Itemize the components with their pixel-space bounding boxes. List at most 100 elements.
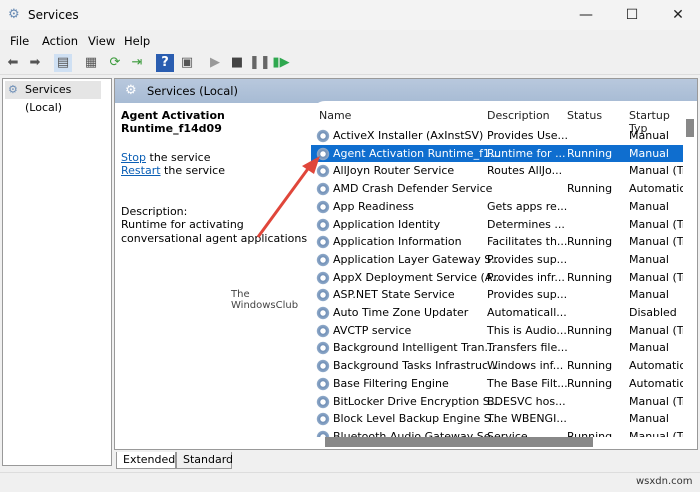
service-status: Running <box>567 429 613 437</box>
service-startup-type: Manual (Tri <box>629 323 683 337</box>
tab-extended[interactable]: Extended <box>116 452 176 469</box>
service-gear-icon <box>316 270 330 285</box>
start-icon[interactable]: ▶ <box>206 54 224 72</box>
window-title: Services <box>28 8 79 22</box>
title-bar: ⚙ Services — ☐ ✕ <box>0 0 700 30</box>
console-icon[interactable]: ▣ <box>178 54 196 72</box>
stop-icon[interactable]: ■ <box>228 54 246 72</box>
service-name: Application Information <box>333 235 462 249</box>
service-description: The WBENGI... <box>487 412 567 426</box>
service-startup-type: Manual (Tri <box>629 217 683 231</box>
service-startup-type: Manual <box>629 146 669 160</box>
service-row[interactable]: Bluetooth Audio Gateway Se... Service ...… <box>311 428 683 437</box>
selected-service-name: Agent Activation Runtime_f14d09 <box>121 109 225 135</box>
service-status: Running <box>567 146 613 160</box>
service-description: Facilitates th... <box>487 235 568 249</box>
service-description: Transfers file... <box>487 341 568 355</box>
service-name: Block Level Backup Engine S... <box>333 412 502 426</box>
services-list: Name Description Status Startup Typ Acti… <box>311 101 683 437</box>
service-description: The Base Filt... <box>487 376 568 390</box>
menu-bar: File Action View Help <box>0 31 700 51</box>
service-row[interactable]: ASP.NET State Service Provides sup... Manu… <box>311 286 683 304</box>
service-gear-icon <box>316 288 330 303</box>
pause-icon[interactable]: ❚❚ <box>249 54 271 72</box>
service-startup-type: Manual (Tri <box>629 429 683 437</box>
console-tree: ⚙ Services (Local) <box>2 78 112 466</box>
menu-file[interactable]: File <box>10 34 29 48</box>
close-button[interactable]: ✕ <box>658 4 698 26</box>
service-gear-icon <box>316 376 330 391</box>
service-name: Agent Activation Runtime_f1... <box>333 146 501 160</box>
menu-help[interactable]: Help <box>124 34 150 48</box>
tree-item-services-local[interactable]: ⚙ Services (Local) <box>5 81 101 114</box>
back-icon[interactable]: ⬅ <box>4 54 22 72</box>
service-description: Provides Use... <box>487 129 569 142</box>
service-status: Running <box>567 182 613 196</box>
service-row[interactable]: Application Layer Gateway S... Provides s… <box>311 251 683 269</box>
service-name: AppX Deployment Service (A... <box>333 270 503 284</box>
service-description: Determines ... <box>487 217 565 231</box>
service-details: Agent Activation Runtime_f14d09 Stop the… <box>121 109 311 246</box>
service-row[interactable]: Application Identity Determines ... Manual… <box>311 216 683 234</box>
service-gear-icon <box>316 306 330 320</box>
service-name: Background Intelligent Tran... <box>333 341 495 355</box>
horizontal-scroll-thumb[interactable] <box>325 437 593 447</box>
services-panel: ⚙ Services (Local) Agent Activation Runt… <box>114 78 698 450</box>
services-gear-icon: ⚙ <box>8 83 18 96</box>
service-name: AVCTP service <box>333 323 412 337</box>
description-text: Runtime for activating conversational ag… <box>121 218 308 245</box>
refresh-icon[interactable]: ⟳ <box>106 54 124 72</box>
vertical-scroll-thumb[interactable] <box>686 119 694 137</box>
menu-view[interactable]: View <box>88 34 115 48</box>
service-startup-type: Manual (Tri <box>629 394 683 408</box>
service-row[interactable]: Base Filtering Engine The Base Filt... Run… <box>311 375 683 393</box>
panel-header: ⚙ Services (Local) <box>115 79 697 103</box>
service-gear-icon <box>316 323 330 338</box>
service-name: Application Layer Gateway S... <box>333 252 502 266</box>
service-row[interactable]: BitLocker Drive Encryption S... BDESVC ho… <box>311 393 683 411</box>
properties-icon[interactable]: ▦ <box>82 54 100 72</box>
service-row[interactable]: Background Intelligent Tran... Transfers … <box>311 339 683 357</box>
show-tree-icon[interactable]: ▤ <box>54 54 72 72</box>
help-icon[interactable]: ? <box>156 54 174 72</box>
service-name: AllJoyn Router Service <box>333 164 455 178</box>
service-row[interactable]: Background Tasks Infrastruc... Windows in… <box>311 357 683 375</box>
service-gear-icon <box>316 164 330 179</box>
service-startup-type: Manual <box>629 199 669 213</box>
service-row[interactable]: Auto Time Zone Updater Automaticall... Dis… <box>311 304 683 322</box>
restart-service-link[interactable]: Restart <box>121 164 161 177</box>
watermark-line1: The <box>231 289 250 300</box>
service-name: BitLocker Drive Encryption S... <box>333 394 501 408</box>
service-startup-type: Manual (Tri <box>629 164 683 178</box>
minimize-button[interactable]: — <box>566 4 606 26</box>
column-description[interactable]: Description <box>487 109 550 122</box>
service-description: Provides sup... <box>487 252 568 266</box>
service-row[interactable]: AVCTP service This is Audio... Running Manu… <box>311 322 683 340</box>
services-gear-icon: ⚙ <box>125 83 137 98</box>
service-gear-icon <box>316 394 330 409</box>
service-row[interactable]: AllJoyn Router Service Routes AllJo... Man… <box>311 162 683 180</box>
service-row[interactable]: ActiveX Installer (AxInstSV) Provides Use… <box>311 127 683 145</box>
export-icon[interactable]: ⇥ <box>128 54 146 72</box>
resume-icon[interactable]: ▮▶ <box>272 54 290 72</box>
column-status[interactable]: Status <box>567 109 602 122</box>
service-row[interactable]: AppX Deployment Service (A... Provides in… <box>311 269 683 287</box>
service-row[interactable]: AMD Crash Defender Service Running Automat… <box>311 180 683 198</box>
service-row[interactable]: Application Information Facilitates th...… <box>311 233 683 251</box>
vertical-scrollbar[interactable] <box>683 101 697 437</box>
tab-standard[interactable]: Standard <box>176 452 233 469</box>
forward-icon[interactable]: ➡ <box>26 54 44 72</box>
column-name[interactable]: Name <box>319 109 351 122</box>
service-status: Running <box>567 270 613 284</box>
service-status: Running <box>567 235 613 249</box>
service-row[interactable]: App Readiness Gets apps re... Manual <box>311 198 683 216</box>
service-startup-type: Manual <box>629 129 669 142</box>
service-row[interactable]: Block Level Backup Engine S... The WBENGI… <box>311 410 683 428</box>
service-row[interactable]: Agent Activation Runtime_f1... Runtime fo… <box>311 144 683 163</box>
service-startup-type: Manual <box>629 252 669 266</box>
menu-action[interactable]: Action <box>42 34 78 48</box>
stop-service-link[interactable]: Stop <box>121 151 146 164</box>
service-gear-icon <box>316 129 330 143</box>
service-startup-type: Automatic <box>629 359 683 373</box>
maximize-button[interactable]: ☐ <box>612 4 652 26</box>
